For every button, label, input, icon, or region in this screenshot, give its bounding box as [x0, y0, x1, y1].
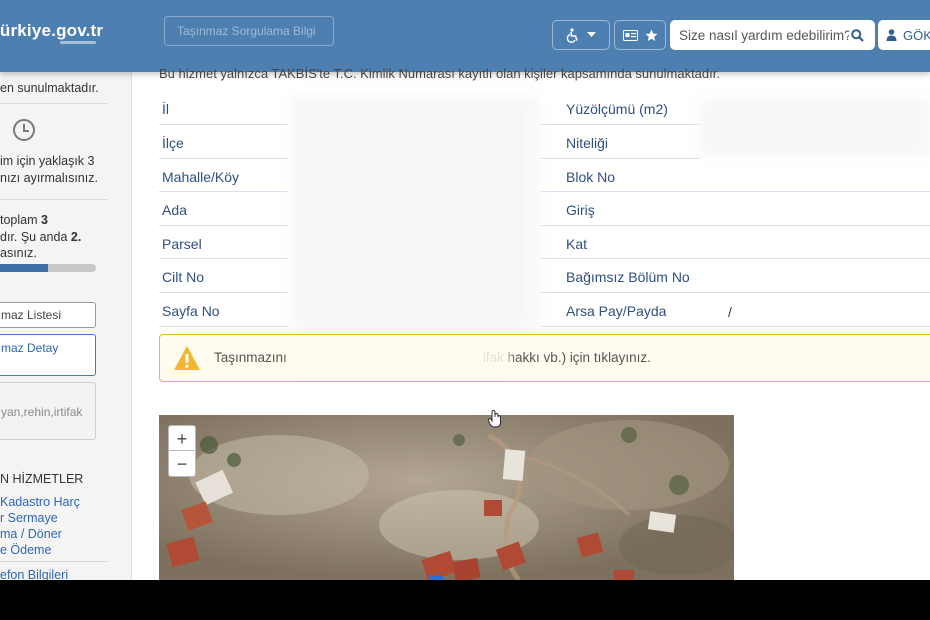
step-info-line: asınız. — [0, 246, 37, 260]
step-progress-bar — [0, 264, 96, 272]
step-button-detail[interactable]: maz Detay — [0, 334, 96, 376]
row-divider — [159, 258, 289, 259]
search-input[interactable] — [679, 27, 849, 43]
step-progress-fill — [0, 264, 48, 272]
label-cilt-no: Cilt No — [162, 269, 205, 285]
row-divider — [159, 124, 289, 125]
row-divider — [540, 326, 930, 327]
row-divider — [540, 292, 930, 293]
clock-icon — [13, 119, 35, 141]
time-estimate-line: nızı ayırmalısınız. — [0, 171, 98, 185]
related-link[interactable]: Kadastro Harç — [0, 494, 80, 510]
search-icon[interactable] — [851, 28, 864, 42]
value-arsa-pay-payda: / — [728, 304, 732, 320]
login-label: GÖK — [903, 27, 930, 43]
row-divider — [540, 158, 700, 159]
label-giris: Giriş — [566, 202, 595, 218]
row-divider — [159, 191, 289, 192]
sidebar-description: en sunulmaktadır. — [0, 80, 99, 96]
row-divider — [159, 158, 289, 159]
row-divider — [159, 292, 289, 293]
divider — [0, 103, 108, 104]
related-link[interactable]: efon Bilgileri — [0, 567, 68, 580]
label-ilce: İlçe — [162, 135, 184, 151]
related-services-title: N HİZMETLER — [0, 472, 84, 486]
personal-card-button[interactable] — [614, 20, 666, 50]
label-arsa-pay-payda: Arsa Pay/Payda — [566, 303, 667, 319]
warning-banner[interactable]: Taşınmazını ifak hakkı vb.) için tıklayın… — [159, 334, 930, 382]
label-blok-no: Blok No — [566, 169, 616, 185]
step-button-encumbrance[interactable]: yan,rehin,irtifak — [0, 382, 96, 440]
row-divider — [540, 258, 930, 259]
row-divider — [540, 191, 930, 192]
row-divider — [159, 326, 289, 327]
step-info-text: toplam — [0, 213, 41, 227]
step-current: 2. — [70, 230, 82, 244]
satellite-map[interactable]: + − — [159, 415, 734, 580]
chevron-down-icon — [587, 32, 596, 37]
divider — [0, 199, 108, 200]
step-total: 3 — [41, 213, 48, 227]
site-logo[interactable]: türkiye.gov.tr — [0, 21, 103, 41]
letterbox-bar — [0, 580, 930, 620]
user-icon — [886, 29, 897, 41]
related-link[interactable]: ma / Döner — [0, 526, 62, 542]
label-sayfa-no: Sayfa No — [162, 303, 220, 319]
label-kat: Kat — [566, 236, 588, 252]
label-niteligi: Niteliği — [566, 135, 609, 151]
row-divider — [540, 124, 700, 125]
zoom-in-button[interactable]: + — [168, 425, 196, 451]
step-info-line: toplam 3 — [0, 212, 48, 228]
browser-viewport: en sunulmaktadır. im için yaklaşık 3 nız… — [0, 0, 930, 580]
label-il: İl — [162, 101, 169, 117]
login-button[interactable]: GÖK — [878, 20, 930, 50]
label-bagimsiz-bolum-no: Bağımsız Bölüm No — [566, 269, 690, 285]
step-button-list[interactable]: maz Listesi — [0, 302, 96, 328]
row-divider — [540, 225, 930, 226]
star-icon — [645, 29, 657, 41]
warning-icon — [174, 346, 200, 370]
hand-cursor-icon — [488, 410, 501, 428]
header-breadcrumb[interactable]: Taşınmaz Sorgulama Bilgi — [164, 16, 334, 46]
id-card-icon — [622, 29, 638, 41]
step-info-text: dır. Şu anda — [0, 230, 71, 244]
breadcrumb-text: Taşınmaz Sorgulama Bilgi — [177, 24, 316, 38]
search-box — [670, 20, 875, 50]
warning-text-start: Taşınmazını — [214, 350, 287, 365]
step-info-line: dır. Şu anda 2. — [0, 229, 81, 245]
wheelchair-icon — [566, 27, 578, 43]
time-estimate-line: im için yaklaşık 3 — [0, 154, 95, 168]
related-link[interactable]: e Ödeme — [0, 542, 51, 558]
divider — [0, 561, 108, 562]
sidebar: en sunulmaktadır. im için yaklaşık 3 nız… — [0, 0, 132, 580]
redacted-values — [292, 96, 538, 332]
site-header: türkiye.gov.tr Taşınmaz Sorgulama Bilgi … — [0, 0, 930, 72]
sidebar-description-line: en sunulmaktadır. — [0, 81, 99, 95]
label-mahalle-koy: Mahalle/Köy — [162, 169, 240, 185]
zoom-out-button[interactable]: − — [168, 451, 196, 477]
service-notice: Bu hizmet yalnızca TAKBİS'te T.C. Kimlik… — [159, 66, 720, 81]
row-divider — [159, 225, 289, 226]
label-yuzolcumu: Yüzölçümü (m2) — [566, 101, 668, 117]
accessibility-button[interactable] — [552, 20, 610, 50]
redacted-text — [290, 347, 510, 369]
logo-tagline — [60, 41, 96, 44]
label-parsel: Parsel — [162, 236, 202, 252]
redacted-values — [700, 98, 930, 156]
satellite-imagery — [159, 415, 734, 580]
related-link[interactable]: r Sermaye — [0, 510, 58, 526]
label-ada: Ada — [162, 202, 187, 218]
